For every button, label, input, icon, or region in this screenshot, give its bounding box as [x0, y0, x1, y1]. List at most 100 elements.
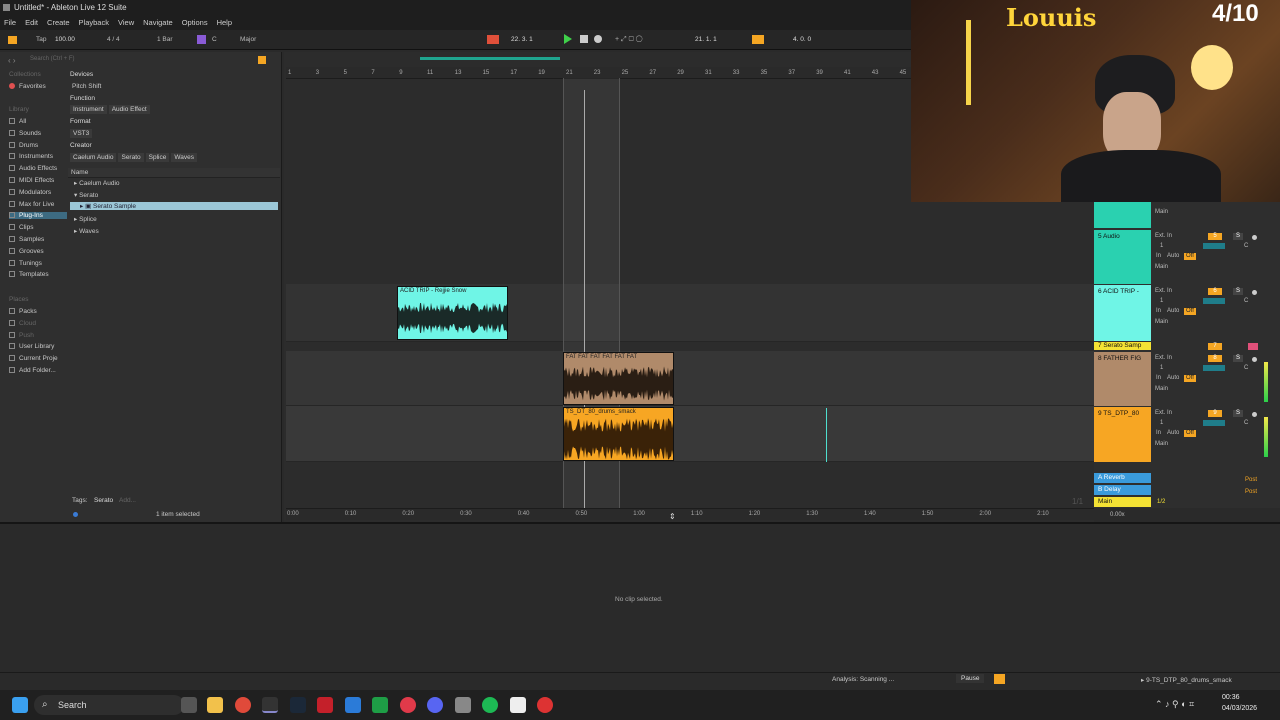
scale-select[interactable]: Major [240, 36, 256, 43]
input-select[interactable]: Ext. In [1155, 233, 1172, 239]
menu-create[interactable]: Create [47, 18, 70, 27]
monitor-in[interactable]: In [1156, 375, 1161, 381]
solo-button[interactable]: S [1233, 233, 1243, 240]
key-select[interactable]: C [212, 36, 217, 43]
filter-devices[interactable]: Devices [70, 71, 93, 78]
output-main[interactable]: Main [1155, 209, 1168, 215]
monitor-auto[interactable]: Auto [1167, 375, 1179, 381]
sidebar-item-add-folder[interactable]: Add Folder... [9, 367, 56, 374]
spotify-icon[interactable] [482, 697, 498, 713]
bpm-field[interactable]: 100.00 [55, 36, 75, 43]
app-icon[interactable] [400, 697, 416, 713]
back-icon[interactable]: ‹ › [8, 56, 16, 65]
main-track[interactable]: Main [1094, 497, 1151, 507]
sidebar-item-sounds[interactable]: Sounds [9, 129, 41, 137]
time-ruler[interactable]: 0:00 0:10 0:20 0:30 0:40 0:50 1:00 1:10 1:20 1:30… [286, 508, 1094, 520]
filter-devices-value[interactable]: Pitch Shift [72, 83, 101, 90]
warning-icon[interactable] [994, 674, 1005, 684]
loop-icon[interactable] [752, 35, 764, 44]
monitor-in[interactable]: In [1156, 253, 1161, 259]
stop-icon[interactable] [580, 35, 588, 43]
output-select[interactable]: Main [1155, 264, 1168, 270]
filter-format[interactable]: Format [70, 118, 91, 125]
arm-icon[interactable] [1252, 235, 1257, 240]
pause-button[interactable]: Pause [956, 674, 985, 683]
output-select[interactable]: Main [1155, 386, 1168, 392]
sidebar-item-user-library[interactable]: User Library [9, 343, 54, 350]
tap-button[interactable]: Tap [36, 36, 46, 43]
return-track-b[interactable]: B Delay [1094, 485, 1151, 495]
sidebar-item-all[interactable]: All [9, 118, 26, 125]
filter-function[interactable]: Function [70, 95, 95, 102]
app-icon[interactable] [455, 697, 471, 713]
pan-knob[interactable]: C [1244, 365, 1248, 371]
monitor-off[interactable]: Off [1184, 308, 1196, 315]
sidebar-item-max-for-live[interactable]: Max for Live [9, 200, 54, 208]
solo-button[interactable]: S [1233, 355, 1243, 362]
input-channel[interactable]: 1 [1160, 298, 1163, 304]
sidebar-item-clips[interactable]: Clips [9, 224, 33, 231]
solo-button[interactable]: S [1233, 288, 1243, 295]
sidebar-item-tunings[interactable]: Tunings [9, 259, 42, 267]
preview-icon[interactable] [73, 512, 78, 517]
track-activator[interactable]: 6 [1208, 288, 1222, 295]
sidebar-item-modulators[interactable]: Modulators [9, 188, 51, 196]
track-activator[interactable]: 5 [1208, 233, 1222, 240]
steam-icon[interactable] [290, 697, 306, 713]
chrome-icon[interactable] [235, 697, 251, 713]
sidebar-item-push[interactable]: Push [9, 331, 34, 339]
pan-knob[interactable]: C [1244, 298, 1248, 304]
browser-menu-icon[interactable] [258, 56, 266, 64]
track-lane-father[interactable] [286, 351, 1094, 406]
volume-fader[interactable] [1203, 243, 1225, 249]
tags-value[interactable]: Serato [94, 497, 113, 504]
monitor-off[interactable]: Off [1184, 430, 1196, 437]
tag-audio-effect[interactable]: Audio Effect [108, 105, 150, 114]
track-lane-drums[interactable] [286, 406, 1094, 462]
sidebar-item-drums[interactable]: Drums [9, 141, 38, 149]
track-header-prev[interactable] [1094, 202, 1151, 228]
clip-acid-trip[interactable]: ACID TRIP - Rejjie Snow [397, 286, 508, 340]
input-channel[interactable]: 1 [1160, 420, 1163, 426]
discord-icon[interactable] [427, 697, 443, 713]
app-icon[interactable] [372, 697, 388, 713]
tree-item[interactable]: ▸ Caelum Audio [74, 179, 120, 187]
output-select[interactable]: Main [1155, 441, 1168, 447]
record-icon[interactable] [594, 35, 602, 43]
app-icon[interactable] [537, 697, 553, 713]
track-activator[interactable]: 8 [1208, 355, 1222, 362]
ableton-icon[interactable] [262, 697, 278, 713]
monitor-off[interactable]: Off [1184, 375, 1196, 382]
input-channel[interactable]: 1 [1160, 243, 1163, 249]
monitor-auto[interactable]: Auto [1167, 430, 1179, 436]
sidebar-item-audio-effects[interactable]: Audio Effects [9, 165, 57, 172]
input-channel[interactable]: 1 [1160, 365, 1163, 371]
sidebar-item-grooves[interactable]: Grooves [9, 247, 44, 255]
return-track-a[interactable]: A Reverb [1094, 473, 1151, 483]
tag-instrument[interactable]: Instrument [70, 105, 107, 114]
position-display[interactable]: 22. 3. 1 [511, 36, 533, 43]
track-activator[interactable]: 9 [1208, 410, 1222, 417]
tag-serato[interactable]: Serato [118, 153, 144, 162]
follow-icon[interactable] [487, 35, 499, 44]
loop-length[interactable]: 4. 0. 0 [793, 36, 811, 43]
overview-bar[interactable] [420, 57, 560, 60]
sidebar-item-instruments[interactable]: Instruments [9, 153, 53, 160]
solo-button[interactable]: S [1233, 410, 1243, 417]
tray-icons[interactable]: ⌃ ♪ ⚲ ◐ ⌗ [1155, 699, 1194, 710]
time-signature[interactable]: 4 / 4 [107, 36, 120, 43]
file-explorer-icon[interactable] [207, 697, 223, 713]
tag-vst3[interactable]: VST3 [70, 129, 93, 138]
menu-navigate[interactable]: Navigate [143, 18, 173, 27]
sidebar-item-current-project[interactable]: Current Proje [9, 355, 58, 362]
tree-item[interactable]: ▾ Serato [74, 191, 98, 199]
post-a[interactable]: Post [1245, 477, 1257, 483]
track-header[interactable]: 6 ACID TRIP - [1094, 285, 1151, 341]
menu-view[interactable]: View [118, 18, 134, 27]
record-arm-button[interactable] [1248, 343, 1258, 350]
monitor-off[interactable]: Off [1184, 253, 1196, 260]
tag-caelum[interactable]: Caelum Audio [70, 153, 117, 162]
menu-options[interactable]: Options [182, 18, 208, 27]
tag-waves[interactable]: Waves [171, 153, 197, 162]
track-header[interactable]: 7 Serato Samp [1094, 342, 1151, 350]
